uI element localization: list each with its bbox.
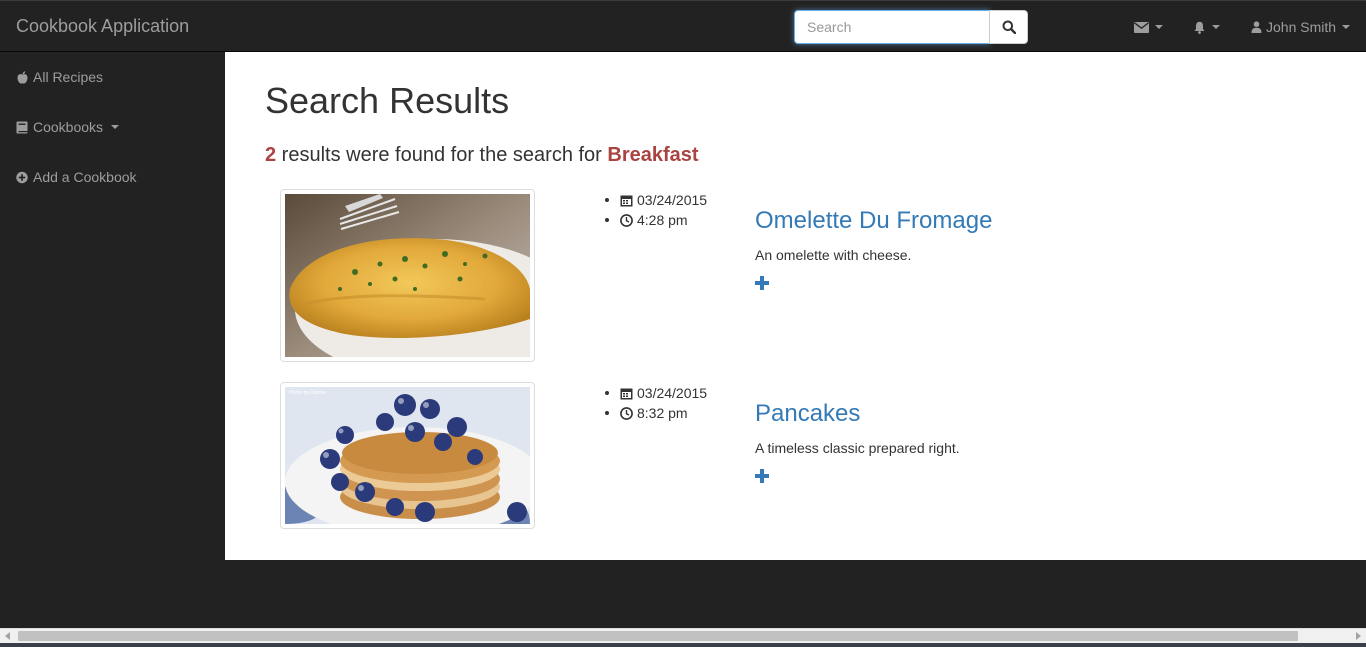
result-count: 2 — [265, 144, 277, 166]
app-brand[interactable]: Cookbook Application — [16, 16, 189, 37]
add-recipe-plus-icon[interactable] — [754, 468, 770, 484]
envelope-icon — [1134, 21, 1149, 33]
sidebar-item-add-cookbook[interactable]: Add a Cookbook — [16, 169, 137, 185]
recipe-meta: 03/24/2015 8:32 pm — [605, 384, 707, 424]
recipe-title-link[interactable]: Pancakes — [755, 400, 860, 428]
calendar-icon — [620, 388, 633, 400]
calendar-icon — [620, 195, 633, 207]
scroll-right-arrow-icon[interactable] — [1356, 632, 1361, 640]
plus-circle-icon — [16, 170, 28, 184]
search-input[interactable] — [794, 10, 990, 44]
horizontal-scrollbar[interactable] — [0, 628, 1366, 643]
search-form — [794, 10, 1029, 44]
messages-dropdown[interactable] — [1134, 1, 1163, 53]
chevron-down-icon — [1155, 25, 1163, 29]
recipe-time: 4:28 pm — [637, 212, 688, 229]
main-content: Search Results 2 results were found for … — [225, 52, 1366, 560]
add-recipe-plus-icon[interactable] — [754, 275, 770, 291]
alerts-dropdown[interactable] — [1193, 1, 1220, 53]
sidebar-item-label: Cookbooks — [33, 119, 104, 135]
sidebar: All Recipes Cookbooks Add a Cookbook — [0, 52, 225, 560]
omelette-photo — [285, 194, 530, 357]
photo-credit-text: Photo by Dianne — [289, 390, 326, 396]
recipe-thumbnail[interactable]: Photo by Dianne — [280, 382, 535, 529]
recipe-date: 03/24/2015 — [637, 385, 708, 402]
recipe-time: 8:32 pm — [637, 405, 688, 422]
apple-icon — [16, 70, 28, 84]
user-icon — [1251, 21, 1262, 33]
page-title: Search Results — [265, 80, 510, 121]
sidebar-item-cookbooks[interactable]: Cookbooks — [16, 119, 120, 135]
search-query: Breakfast — [607, 144, 699, 166]
recipe-thumbnail[interactable] — [280, 189, 535, 362]
result-item: 03/24/2015 4:28 pm Omelette Du Fromage A… — [280, 189, 1280, 364]
user-name: John Smith — [1266, 19, 1337, 35]
result-item: Photo by Dianne 03/24/2015 8: — [280, 382, 1280, 557]
recipe-description: An omelette with cheese. — [755, 247, 912, 263]
book-icon — [16, 120, 28, 134]
sidebar-item-label: All Recipes — [33, 69, 104, 85]
bell-icon — [1194, 21, 1205, 34]
sidebar-item-label: Add a Cookbook — [33, 169, 137, 185]
search-icon — [1002, 20, 1016, 34]
recipe-description: A timeless classic prepared right. — [755, 440, 960, 456]
chevron-down-icon — [1342, 25, 1351, 29]
recipe-date: 03/24/2015 — [637, 192, 708, 209]
top-navbar: Cookbook Application John Smith — [0, 0, 1366, 52]
recipe-title-link[interactable]: Omelette Du Fromage — [755, 207, 992, 235]
pancakes-photo: Photo by Dianne — [285, 387, 530, 524]
user-menu[interactable]: John Smith — [1251, 1, 1351, 53]
recipe-meta: 03/24/2015 4:28 pm — [605, 191, 707, 231]
chevron-down-icon — [1212, 25, 1220, 29]
summary-text: results were found for the search for — [276, 144, 608, 166]
search-button[interactable] — [989, 10, 1028, 44]
sidebar-item-all-recipes[interactable]: All Recipes — [16, 69, 103, 85]
clock-icon — [620, 406, 633, 420]
taskbar-strip — [0, 643, 1366, 647]
search-summary: 2 results were found for the search for … — [265, 144, 699, 167]
scroll-left-arrow-icon[interactable] — [5, 632, 10, 640]
clock-icon — [620, 213, 633, 227]
scrollbar-thumb[interactable] — [18, 631, 1298, 641]
chevron-down-icon — [111, 125, 120, 129]
